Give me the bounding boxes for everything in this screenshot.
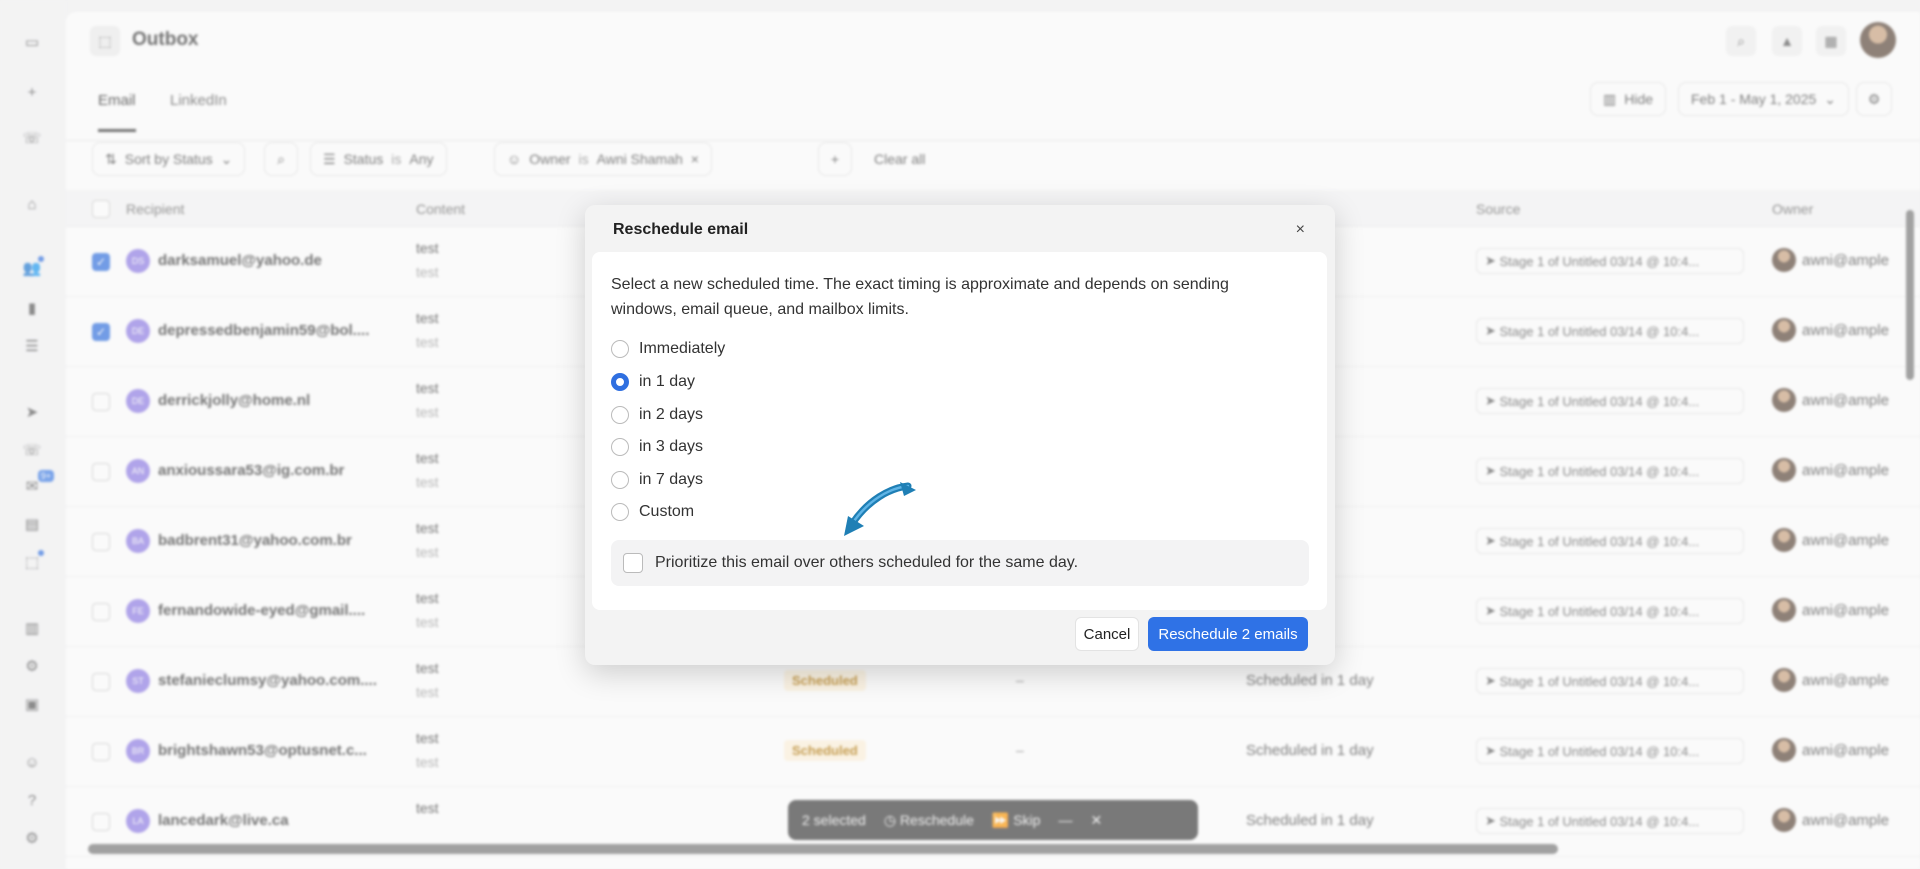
radio-button[interactable] xyxy=(611,406,629,424)
radio-button[interactable] xyxy=(611,471,629,489)
prioritize-label: Prioritize this email over others schedu… xyxy=(655,554,1079,571)
option-label: Custom xyxy=(639,503,695,520)
cancel-button[interactable]: Cancel xyxy=(1075,617,1139,651)
option-label: in 1 day xyxy=(639,373,696,390)
dialog-description: Select a new scheduled time. The exact t… xyxy=(611,276,1229,318)
prioritize-option[interactable]: Prioritize this email over others schedu… xyxy=(611,540,1309,586)
option-1-day[interactable]: in 1 day xyxy=(611,373,695,391)
option-label: in 7 days xyxy=(639,471,704,488)
option-label: in 2 days xyxy=(639,406,704,423)
option-custom[interactable]: Custom xyxy=(611,503,694,521)
radio-button[interactable] xyxy=(611,340,629,358)
radio-button[interactable] xyxy=(611,438,629,456)
radio-button-selected[interactable] xyxy=(611,373,629,391)
option-immediately[interactable]: Immediately xyxy=(611,340,725,358)
dialog-title: Reschedule email xyxy=(613,221,749,238)
reschedule-dialog: Reschedule email × Select a new schedule… xyxy=(585,205,1335,665)
reschedule-submit-button[interactable]: Reschedule 2 emails xyxy=(1148,617,1308,651)
close-icon[interactable]: × xyxy=(1296,221,1305,239)
option-3-days[interactable]: in 3 days xyxy=(611,438,703,456)
option-label: in 3 days xyxy=(639,438,704,455)
dialog-body: Select a new scheduled time. The exact t… xyxy=(592,252,1327,610)
option-2-days[interactable]: in 2 days xyxy=(611,406,703,424)
radio-button[interactable] xyxy=(611,503,629,521)
option-label: Immediately xyxy=(639,340,726,357)
annotation-arrow-icon xyxy=(844,482,916,536)
prioritize-checkbox[interactable] xyxy=(623,553,643,573)
option-7-days[interactable]: in 7 days xyxy=(611,471,703,489)
